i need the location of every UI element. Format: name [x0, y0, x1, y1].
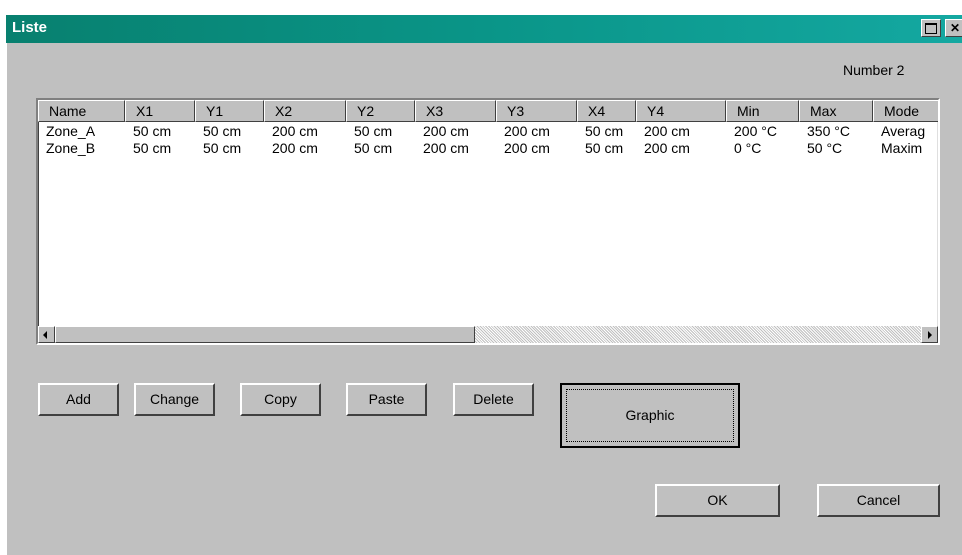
column-header-x4[interactable]: X4: [577, 100, 636, 122]
restore-icon: [925, 23, 937, 34]
cell-y1: 50 cm: [203, 123, 242, 139]
column-header-mode[interactable]: Mode: [873, 100, 938, 122]
graphic-button[interactable]: Graphic: [560, 383, 740, 448]
column-header-y3[interactable]: Y3: [496, 100, 577, 122]
title-bar[interactable]: Liste ✕: [6, 15, 962, 43]
column-header-name[interactable]: Name: [38, 100, 125, 122]
column-header-x3[interactable]: X3: [415, 100, 496, 122]
cell-y4: 200 cm: [644, 140, 690, 156]
cell-x1: 50 cm: [133, 140, 172, 156]
cell-name: Zone_A: [46, 123, 96, 139]
cell-y3: 200 cm: [504, 140, 550, 156]
column-header-y1[interactable]: Y1: [195, 100, 264, 122]
cell-x3: 200 cm: [423, 140, 469, 156]
scroll-left-icon: [43, 331, 47, 339]
list-row[interactable]: Zone_A 50 cm 50 cm 200 cm 50 cm 200 cm 200 cm 5…: [38, 123, 938, 140]
cell-max: 50 °C: [807, 140, 843, 156]
graphic-button-focus: [566, 389, 734, 442]
cell-mode: Averag: [881, 123, 926, 139]
scroll-right-icon: [928, 331, 932, 339]
cell-x2: 200 cm: [272, 140, 318, 156]
scroll-right-button[interactable]: [921, 326, 938, 343]
horizontal-scrollbar[interactable]: [38, 326, 938, 343]
change-button[interactable]: Change: [134, 383, 215, 416]
delete-button[interactable]: Delete: [453, 383, 534, 416]
number-label: Number 2: [843, 62, 905, 78]
scroll-left-button[interactable]: [38, 326, 55, 343]
cell-x4: 50 cm: [585, 140, 624, 156]
copy-button[interactable]: Copy: [240, 383, 321, 416]
cell-min: 200 °C: [734, 123, 777, 139]
zone-list[interactable]: Name X1 Y1 X2 Y2 X3 Y3 X4 Y4 Min Max Mode Zone_A 50 …: [36, 98, 940, 345]
cell-name: Zone_B: [46, 140, 96, 156]
cell-y2: 50 cm: [354, 123, 393, 139]
cell-mode: Maxim: [881, 140, 923, 156]
column-header-max[interactable]: Max: [799, 100, 873, 122]
cell-max: 350 °C: [807, 123, 850, 139]
scroll-thumb[interactable]: [55, 326, 475, 343]
app-window: Liste ✕ Number 2 Name X1 Y1 X2 Y2 X3 Y3 X4 Y4 Min…: [0, 0, 962, 555]
restore-button[interactable]: [921, 19, 941, 37]
cell-x1: 50 cm: [133, 123, 172, 139]
cell-min: 0 °C: [734, 140, 762, 156]
list-row[interactable]: Zone_B 50 cm 50 cm 200 cm 50 cm 200 cm 200 cm 5…: [38, 140, 938, 157]
ok-button[interactable]: OK: [655, 484, 780, 517]
cell-x2: 200 cm: [272, 123, 318, 139]
column-header-y4[interactable]: Y4: [636, 100, 726, 122]
cell-y3: 200 cm: [504, 123, 550, 139]
cell-y1: 50 cm: [203, 140, 242, 156]
cell-y4: 200 cm: [644, 123, 690, 139]
close-button[interactable]: ✕: [945, 19, 962, 37]
close-icon: ✕: [949, 21, 961, 35]
cell-x4: 50 cm: [585, 123, 624, 139]
column-header-x1[interactable]: X1: [125, 100, 195, 122]
column-header-min[interactable]: Min: [726, 100, 799, 122]
cancel-button[interactable]: Cancel: [817, 484, 940, 517]
cell-x3: 200 cm: [423, 123, 469, 139]
add-button[interactable]: Add: [38, 383, 119, 416]
window-title: Liste: [12, 19, 48, 36]
column-header-y2[interactable]: Y2: [346, 100, 415, 122]
column-header-x2[interactable]: X2: [264, 100, 346, 122]
paste-button[interactable]: Paste: [346, 383, 427, 416]
cell-y2: 50 cm: [354, 140, 393, 156]
